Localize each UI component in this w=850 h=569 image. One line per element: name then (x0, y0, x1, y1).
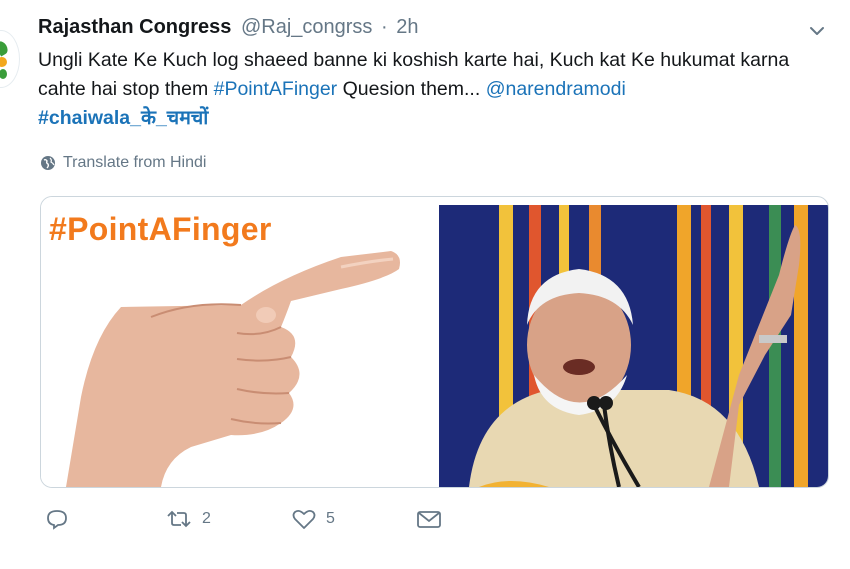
direct-message-button[interactable] (416, 508, 442, 530)
reply-icon (47, 510, 67, 530)
tweet-actions: 2 5 (40, 508, 560, 538)
translate-link[interactable]: Translate from Hindi (40, 154, 206, 172)
hashtag-link[interactable]: #PointAFinger (214, 78, 338, 100)
avatar[interactable] (0, 30, 20, 88)
envelope-icon (417, 511, 441, 528)
separator: · (380, 16, 388, 38)
hashtag-link[interactable]: #chaiwala_के_चमचों (38, 107, 208, 129)
retweet-count: 2 (202, 510, 211, 527)
tweet-text: Ungli Kate Ke Kuch log shaeed banne ki k… (38, 46, 828, 133)
globe-icon (41, 156, 55, 170)
tweet-text-part: Quesion them... (337, 78, 486, 100)
speaker-illustration (439, 205, 828, 487)
heart-icon (292, 509, 316, 529)
translate-label: Translate from Hindi (63, 154, 207, 171)
author-name[interactable]: Rajasthan Congress (38, 16, 231, 38)
chevron-down-icon[interactable] (808, 22, 826, 40)
speaker-photo[interactable] (439, 205, 828, 487)
reply-button[interactable] (46, 508, 68, 530)
mention-link[interactable]: @narendramodi (486, 78, 626, 100)
media-container[interactable]: #PointAFinger (40, 196, 829, 488)
retweet-icon (167, 510, 191, 528)
tweet-header: Rajasthan Congress @Raj_congrss · 2h (38, 14, 418, 40)
like-count: 5 (326, 510, 335, 527)
like-button[interactable]: 5 (292, 508, 335, 530)
author-handle[interactable]: @Raj_congrss (241, 16, 372, 38)
retweet-button[interactable]: 2 (166, 508, 211, 530)
pointing-hand-image[interactable]: #PointAFinger (41, 197, 436, 487)
tweet-timestamp[interactable]: 2h (396, 16, 418, 38)
hand-illustration (66, 251, 400, 487)
